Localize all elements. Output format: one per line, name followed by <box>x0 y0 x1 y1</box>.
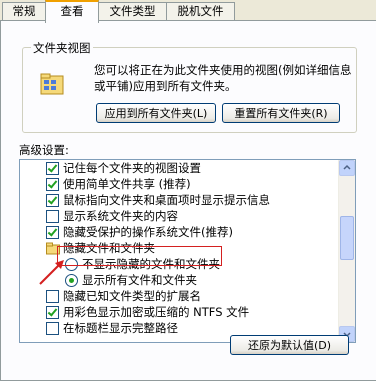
advanced-settings-label: 高级设置: <box>19 143 69 157</box>
apply-to-all-folders-button[interactable]: 应用到所有文件夹(L) <box>96 103 216 123</box>
vertical-scrollbar[interactable] <box>338 160 355 342</box>
annotation-arrow-icon <box>39 260 64 285</box>
settings-label: 用彩色显示加密或压缩的 NTFS 文件 <box>63 305 250 319</box>
folder-views-title: 文件夹视图 <box>31 40 93 56</box>
settings-label: 使用简单文件共享 (推荐) <box>63 177 191 191</box>
folder-views-icon <box>40 73 64 95</box>
tab-file-types[interactable]: 文件类型 <box>98 2 167 21</box>
settings-label: 鼠标指向文件夹和桌面项时显示提示信息 <box>63 193 270 207</box>
settings-label: 显示系统文件夹的内容 <box>63 209 178 223</box>
settings-label: 在标题栏显示完整路径 <box>63 321 178 335</box>
settings-label: 显示所有文件和文件夹 <box>82 273 197 287</box>
reset-all-folders-button[interactable]: 重置所有文件夹(R) <box>222 103 340 123</box>
tab-general[interactable]: 常规 <box>2 2 46 21</box>
tab-bar: 常规 查看 文件类型 脱机文件 <box>0 0 376 23</box>
settings-checkbox[interactable] <box>46 178 59 191</box>
settings-checkbox[interactable] <box>46 210 59 223</box>
tab-offline-files[interactable]: 脱机文件 <box>166 2 235 21</box>
settings-checkbox[interactable] <box>46 162 59 175</box>
tab-view[interactable]: 查看 <box>45 0 99 23</box>
view-tab-panel: 文件夹视图 您可以将正在为此文件夹使用的视图(例如详细信息或平铺)应用到所有文件… <box>0 20 376 381</box>
settings-checkbox[interactable] <box>46 322 59 335</box>
settings-label: 隐藏受保护的操作系统文件(推荐) <box>63 225 233 239</box>
settings-checkbox[interactable] <box>46 306 59 319</box>
scroll-thumb[interactable] <box>340 216 354 260</box>
scroll-up-button[interactable] <box>339 160 355 176</box>
settings-checkbox[interactable] <box>46 226 59 239</box>
highlight-box <box>57 246 222 266</box>
settings-checkbox[interactable] <box>46 290 59 303</box>
folder-views-description: 您可以将正在为此文件夹使用的视图(例如详细信息或平铺)应用到所有文件夹。 <box>94 63 352 93</box>
settings-label: 记住每个文件夹的视图设置 <box>63 161 201 175</box>
restore-defaults-button[interactable]: 还原为默认值(D) <box>230 335 349 355</box>
folder-views-group: 文件夹视图 您可以将正在为此文件夹使用的视图(例如详细信息或平铺)应用到所有文件… <box>22 40 357 133</box>
settings-label: 隐藏已知文件类型的扩展名 <box>63 289 201 303</box>
chevron-up-icon <box>343 164 351 170</box>
settings-checkbox[interactable] <box>46 194 59 207</box>
